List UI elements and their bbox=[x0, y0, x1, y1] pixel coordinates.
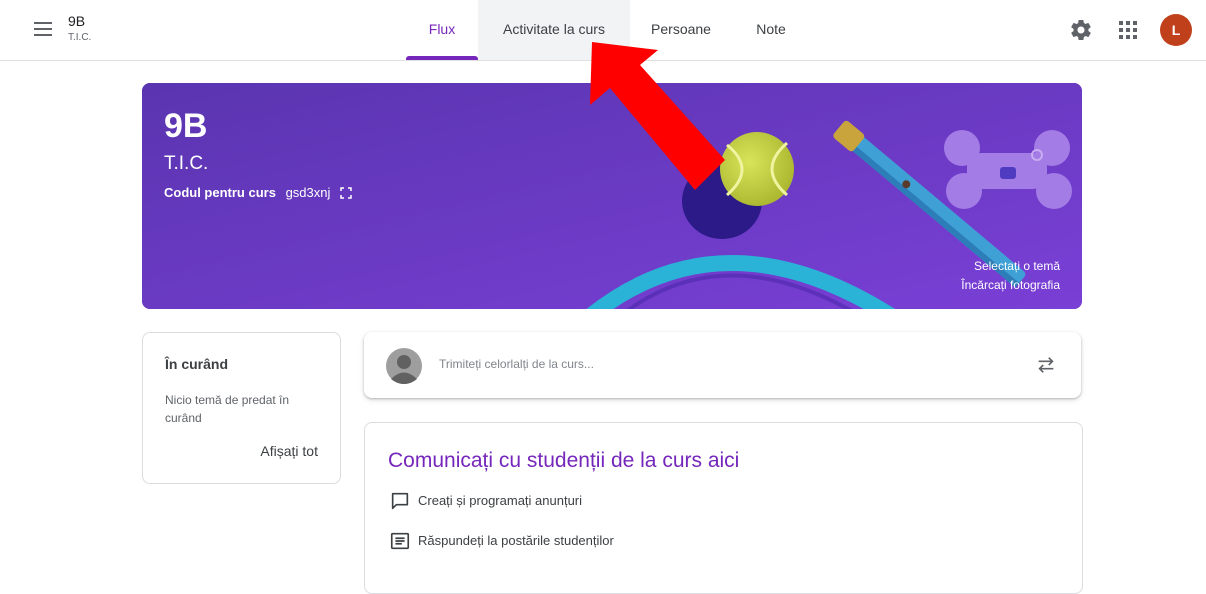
red-arrow-annotation bbox=[590, 42, 725, 190]
repost-icon[interactable] bbox=[1035, 354, 1057, 376]
upload-photo-link[interactable]: Încărcați fotografia bbox=[961, 278, 1060, 292]
upcoming-title: În curând bbox=[165, 356, 229, 372]
communicate-title: Comunicați cu studenții de la curs aici bbox=[388, 449, 740, 472]
active-tab-indicator bbox=[406, 56, 478, 60]
class-code: Codul pentru curs gsd3xnj bbox=[164, 185, 352, 200]
select-theme-link[interactable]: Selectați o temă bbox=[974, 259, 1060, 273]
comment-icon bbox=[390, 532, 410, 550]
share-box[interactable]: Trimiteți celorlalți de la curs... bbox=[364, 332, 1081, 398]
upcoming-empty-text: Nicio temă de predat în curând bbox=[165, 393, 290, 425]
upcoming-card: În curând Nicio temă de predat în curând… bbox=[142, 332, 341, 484]
communicate-card: Comunicați cu studenții de la curs aici … bbox=[364, 422, 1083, 594]
view-all-link[interactable]: Afișați tot bbox=[260, 443, 318, 459]
banner-class-section: T.I.C. bbox=[164, 153, 209, 174]
apps-icon[interactable] bbox=[1118, 20, 1138, 40]
announcement-icon bbox=[391, 492, 409, 510]
banner-class-name: 9B bbox=[164, 107, 208, 145]
class-section: T.I.C. bbox=[68, 32, 92, 43]
fullscreen-icon[interactable] bbox=[340, 187, 352, 199]
list-item-text: Răspundeți la postările studenților bbox=[418, 533, 614, 548]
user-avatar-icon bbox=[386, 348, 422, 384]
class-name[interactable]: 9B bbox=[68, 13, 85, 29]
menu-icon[interactable] bbox=[34, 22, 52, 36]
tab-label: Flux bbox=[428, 21, 456, 37]
class-code-label: Codul pentru curs bbox=[164, 185, 276, 200]
share-input[interactable]: Trimiteți celorlalți de la curs... bbox=[439, 357, 594, 371]
tab-flux[interactable]: Flux bbox=[406, 0, 478, 60]
class-code-value: gsd3xnj bbox=[285, 185, 331, 200]
tab-label: Note bbox=[756, 21, 786, 37]
account-avatar[interactable]: L bbox=[1160, 14, 1192, 46]
settings-icon[interactable] bbox=[1069, 18, 1093, 42]
list-item-text: Creați și programați anunțuri bbox=[418, 493, 583, 508]
